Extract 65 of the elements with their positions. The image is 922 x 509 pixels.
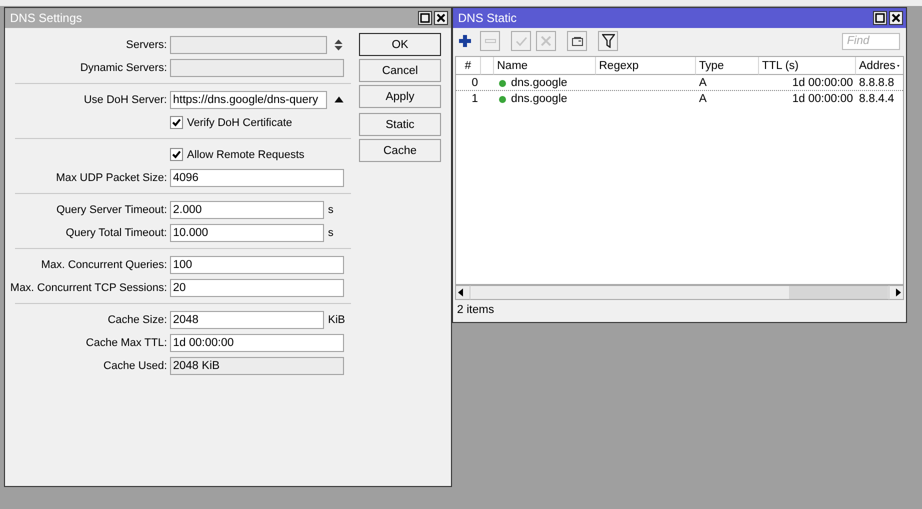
column-header[interactable]: # bbox=[464, 60, 472, 72]
unit-label: s bbox=[328, 226, 334, 238]
plus-icon bbox=[459, 35, 471, 47]
check-icon bbox=[516, 36, 526, 46]
field-label: Use DoH Server: bbox=[84, 94, 167, 106]
field-label: Servers: bbox=[126, 38, 167, 50]
status-bar-text: 2 items bbox=[456, 303, 496, 318]
table-cell: A bbox=[699, 93, 707, 105]
unit-label: KiB bbox=[328, 314, 346, 326]
find-field[interactable]: Find bbox=[842, 32, 900, 50]
x-icon bbox=[541, 36, 551, 46]
table-cell: 1 bbox=[472, 93, 478, 105]
maximize-icon[interactable] bbox=[873, 11, 887, 25]
field-label: Cache Used: bbox=[103, 360, 167, 372]
table-cell: dns.google bbox=[511, 77, 568, 89]
checkbox[interactable] bbox=[170, 148, 183, 161]
table-cell: 8.8.4.4 bbox=[859, 93, 894, 105]
dialog-button[interactable]: Cancel bbox=[359, 59, 441, 82]
close-icon[interactable] bbox=[434, 11, 448, 25]
table-cell: A bbox=[699, 77, 707, 89]
input-field[interactable]: 2.000 bbox=[170, 200, 324, 218]
field-label: Dynamic Servers: bbox=[80, 62, 167, 74]
field-label: Cache Size: bbox=[108, 314, 167, 326]
table-cell: 0 bbox=[472, 77, 478, 89]
checkbox-label: Allow Remote Requests bbox=[187, 148, 304, 160]
input-field[interactable]: 1d 00:00:00 bbox=[170, 334, 344, 352]
dialog-button[interactable]: Static bbox=[359, 113, 441, 136]
minus-icon bbox=[484, 39, 496, 43]
table-cell: 1d 00:00:00 bbox=[792, 93, 853, 105]
field-label: Max. Concurrent Queries: bbox=[41, 258, 167, 270]
column-header[interactable]: Name bbox=[497, 60, 528, 72]
input-field[interactable]: 20 bbox=[170, 278, 344, 296]
dialog-button[interactable]: Apply bbox=[359, 85, 441, 108]
table-cell: dns.google bbox=[511, 93, 568, 105]
input-field[interactable]: 100 bbox=[170, 256, 344, 274]
field-label: Max. Concurrent TCP Sessions: bbox=[10, 282, 167, 294]
window-title: DNS Settings bbox=[10, 11, 84, 25]
checkbox[interactable] bbox=[170, 116, 183, 129]
column-header[interactable]: Regexp bbox=[599, 60, 639, 72]
column-header[interactable]: TTL (s) bbox=[762, 60, 799, 72]
input-field[interactable]: 2048 bbox=[170, 310, 324, 328]
dialog-button[interactable]: OK bbox=[359, 33, 441, 56]
field-label: Query Total Timeout: bbox=[66, 226, 167, 238]
dialog-button[interactable]: Cache bbox=[359, 139, 441, 162]
table-cell: 8.8.8.8 bbox=[859, 77, 894, 89]
note-icon bbox=[572, 36, 582, 46]
column-header[interactable]: Type bbox=[699, 60, 724, 72]
table-cell: 1d 00:00:00 bbox=[792, 77, 853, 89]
horizontal-scrollbar[interactable] bbox=[455, 285, 904, 300]
up-arrow-icon[interactable] bbox=[334, 96, 344, 103]
input-field[interactable]: https://dns.google/dns-query bbox=[170, 90, 327, 108]
window-title: DNS Static bbox=[458, 11, 518, 25]
unit-label: s bbox=[328, 204, 334, 216]
toolbar-button[interactable] bbox=[567, 31, 587, 51]
field-label: Max UDP Packet Size: bbox=[56, 172, 167, 184]
input-field[interactable]: 10.000 bbox=[170, 224, 324, 242]
toolbar-button[interactable] bbox=[598, 31, 618, 51]
close-icon[interactable] bbox=[889, 11, 903, 25]
column-header[interactable]: Addres bbox=[859, 60, 896, 72]
maximize-icon[interactable] bbox=[418, 11, 432, 25]
field-label: Cache Max TTL: bbox=[86, 336, 167, 348]
filter-icon bbox=[602, 34, 614, 48]
field-label: Query Server Timeout: bbox=[56, 204, 167, 216]
checkbox-label: Verify DoH Certificate bbox=[187, 116, 292, 128]
input-field[interactable]: 4096 bbox=[170, 168, 344, 186]
